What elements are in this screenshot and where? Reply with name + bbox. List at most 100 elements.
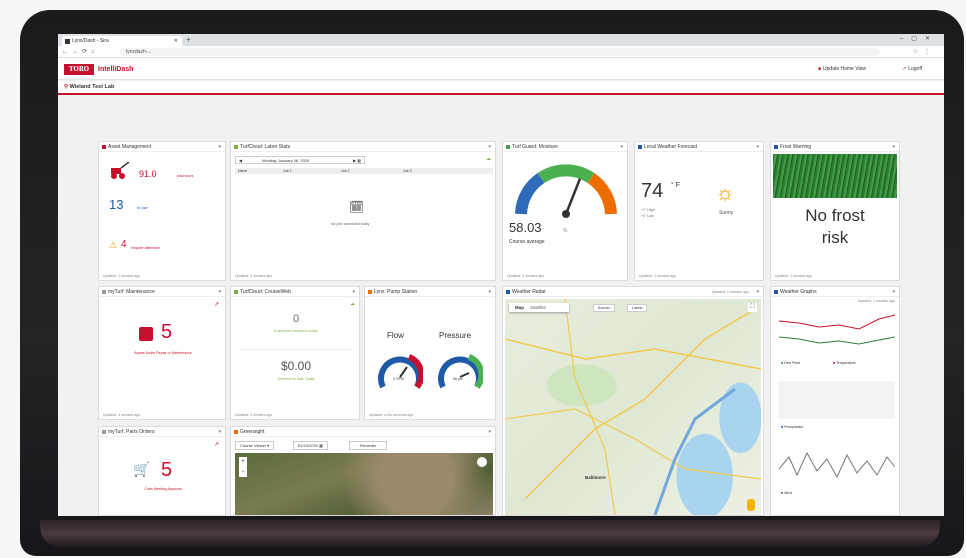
course-viewer-select[interactable]: Course Viewer ▾: [235, 441, 275, 450]
chevron-down-icon[interactable]: ▾: [756, 287, 759, 297]
chevron-down-icon[interactable]: ▾: [892, 142, 895, 152]
date-picker[interactable]: ◀ Monday, January 06, 2020 ▶ ▦: [235, 156, 365, 164]
chevron-down-icon[interactable]: ▾: [756, 142, 759, 152]
sounds-button[interactable]: Sounds: [593, 304, 615, 312]
close-icon[interactable]: ✕: [174, 36, 178, 46]
new-tab-button[interactable]: +: [186, 35, 191, 44]
url-input[interactable]: lynxdash-...: [120, 48, 880, 56]
map-tab[interactable]: Map: [509, 305, 530, 310]
widget-header[interactable]: Turf Guard: Moisture ▾: [503, 142, 627, 152]
chevron-down-icon[interactable]: ▾: [488, 287, 491, 297]
chevron-down-icon[interactable]: ▾: [352, 287, 355, 297]
graph-legend-2: ■ Temperature: [833, 361, 856, 365]
moisture-gauge: [515, 164, 617, 218]
logoff-button[interactable]: ↗ Logoff: [902, 66, 922, 72]
divider: [241, 349, 351, 350]
cart-icon: 🛒: [133, 461, 151, 477]
app-header: TORO IntelliDash ■ Update Home View ↗ Logo…: [58, 58, 944, 80]
widget-footer: Updated: 2 minutes ago: [103, 274, 141, 278]
prev-day-button[interactable]: ◀: [236, 158, 245, 163]
legend-swatch: ■: [781, 491, 784, 495]
sun-icon: ☼: [715, 180, 736, 205]
widget-footer: Updated: 2 minutes ago: [235, 413, 273, 417]
moisture-widget: Turf Guard: Moisture ▾ 58.03 % Course ave…: [502, 141, 628, 281]
maintenance-count: 5: [161, 321, 173, 343]
flow-label: Flow: [387, 331, 404, 340]
widget-header[interactable]: Weather Graphs ▾: [771, 287, 899, 297]
widget-header[interactable]: TurfCloud: CourseWeb ▾: [231, 287, 359, 297]
window-controls[interactable]: –▢✕: [900, 35, 938, 42]
low-temp: +1° Low: [641, 214, 654, 218]
photo-background: Lynx/Dash - Sira ✕ + –▢✕ ←→⟳⌂ lynxdash-.…: [0, 0, 966, 558]
widget-header[interactable]: Local Weather Forecast ▾: [635, 142, 763, 152]
warning-icon: ⚠: [109, 240, 118, 250]
location-selector[interactable]: ⚲ Wieland Test Lab: [64, 84, 114, 90]
nav-buttons[interactable]: ←→⟳⌂: [62, 48, 99, 55]
widget-footer: Updated: a few seconds ago: [369, 413, 414, 417]
widget-header[interactable]: Lynx: Pump Station ▾: [365, 287, 495, 297]
satellite-tab[interactable]: Satellite: [530, 305, 546, 310]
widget-header[interactable]: Weather Radar Updated: 2 minutes ago ▾: [503, 287, 763, 297]
zoom-controls[interactable]: + −: [239, 457, 247, 477]
favicon-icon: [65, 39, 70, 44]
wind-graph: [779, 451, 895, 479]
overtime-label: Overtime to Date Today: [277, 377, 315, 381]
flow-gauge: [378, 354, 423, 389]
mower-icon: [111, 162, 130, 179]
trend-icon: ↗: [213, 442, 219, 448]
fullscreen-icon[interactable]: ⛶: [748, 303, 757, 312]
grass-image: [773, 154, 897, 198]
layers-icon[interactable]: [477, 457, 487, 467]
chevron-down-icon[interactable]: ▾: [488, 427, 491, 437]
chevron-down-icon[interactable]: ▾: [218, 427, 221, 437]
weather-forecast-widget: Local Weather Forecast ▾ 74 ° F +1° High …: [634, 141, 764, 281]
chevron-down-icon[interactable]: ▾: [218, 287, 221, 297]
pegman-icon[interactable]: [747, 499, 755, 511]
parts-orders-widget: myTurf: Parts Orders ▾ ↗ 🛒 5 Carts Needin…: [98, 426, 226, 516]
update-home-view-button[interactable]: ■ Update Home View: [818, 66, 866, 72]
date-input[interactable]: 01/10/2020 ▦: [293, 441, 328, 450]
temperature-graph: [779, 314, 895, 345]
weather-condition: Sunny: [719, 210, 734, 216]
cloud-icon: ☁: [350, 301, 355, 307]
widget-header[interactable]: myTurf: Maintenance ▾: [99, 287, 225, 297]
in-use-value: 13: [109, 197, 124, 212]
graph-legend-4: ■ Wind: [781, 491, 793, 495]
weather-radar-widget: Weather Radar Updated: 2 minutes ago ▾ Map…: [502, 286, 764, 516]
browser-tab[interactable]: Lynx/Dash - Sira ✕: [62, 36, 182, 46]
in-use-label: in use: [137, 205, 148, 210]
map-type-toggle[interactable]: Map Satellite: [509, 303, 569, 312]
chevron-down-icon[interactable]: ▾: [892, 287, 895, 297]
total-hours-value: 91.0: [139, 169, 157, 179]
widget-header[interactable]: Greensight ▾: [231, 427, 495, 437]
labels-button[interactable]: Labels: [627, 304, 648, 312]
temperature-value: 74: [641, 180, 664, 202]
moisture-value: 58.03: [509, 220, 542, 235]
chevron-down-icon[interactable]: ▾: [488, 142, 491, 152]
flow-value: 0 GPM: [393, 377, 404, 381]
calendar-icon[interactable]: ▶ ▦: [353, 157, 364, 164]
aerial-map[interactable]: + −: [235, 453, 493, 515]
labor-table-header: Name Job 1 Job 2 Job 3: [235, 168, 493, 174]
address-bar: ←→⟳⌂ lynxdash-... ☆⋮: [58, 46, 944, 58]
recenter-button[interactable]: Recenter: [349, 441, 388, 450]
calendar-icon: 🗓: [349, 200, 365, 214]
widget-header[interactable]: myTurf: Parts Orders ▾: [99, 427, 225, 437]
frost-status-line1: No frost: [805, 206, 865, 225]
widget-header[interactable]: Frost Warning ▾: [771, 142, 899, 152]
widget-color-icon: [234, 145, 238, 149]
graph-legend-1: ■ Dew Point: [781, 361, 801, 365]
chevron-down-icon[interactable]: ▾: [620, 142, 623, 152]
star-icon[interactable]: ☆⋮: [913, 48, 936, 55]
empty-message: No jobs scheduled today.: [331, 222, 371, 226]
location-bar: ⚲ Wieland Test Lab: [58, 81, 944, 95]
monitor-screen: Lynx/Dash - Sira ✕ + –▢✕ ←→⟳⌂ lynxdash-.…: [58, 34, 944, 516]
toro-logo: TORO: [64, 64, 94, 75]
map-city-label: Baltimore: [585, 475, 606, 480]
chevron-down-icon[interactable]: ▾: [218, 142, 221, 152]
widget-header[interactable]: Asset Management ▾: [99, 142, 225, 152]
radar-map[interactable]: Map Satellite Sounds Labels ⛶ Baltimore: [505, 299, 761, 515]
widget-header[interactable]: TurfCloud: Labor Stats ▾: [231, 142, 495, 152]
pressure-value: 56 psi: [453, 377, 463, 381]
monitor-bottom-edge: [40, 520, 940, 548]
